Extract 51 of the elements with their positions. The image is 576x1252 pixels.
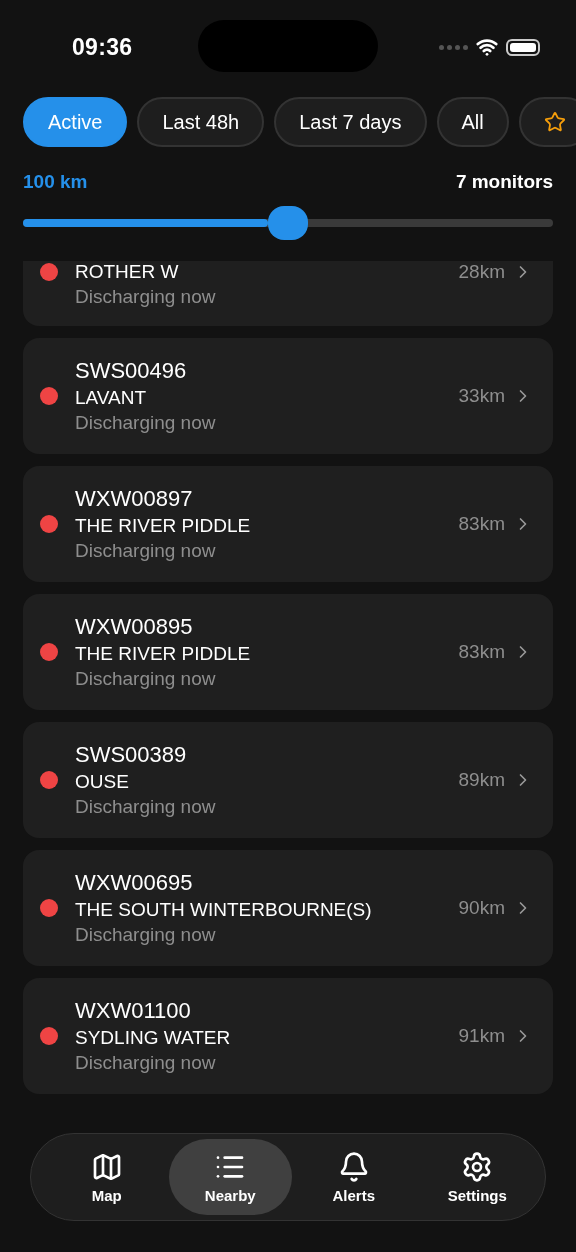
distance: 33km bbox=[458, 385, 505, 407]
river-name: THE SOUTH WINTERBOURNE(S) bbox=[75, 899, 373, 921]
filter-chip[interactable]: Last 7 days bbox=[274, 97, 427, 147]
monitor-card[interactable]: SWS00389 OUSE Discharging now 89km bbox=[23, 722, 553, 838]
monitor-code: SWS00496 bbox=[75, 358, 188, 384]
monitor-count: 7 monitors bbox=[455, 171, 553, 193]
monitor-status: Discharging now bbox=[75, 668, 217, 690]
distance: 89km bbox=[458, 769, 505, 791]
filter-chip[interactable]: Last 48h bbox=[137, 97, 265, 147]
favorites-chip[interactable] bbox=[518, 97, 576, 147]
monitor-card[interactable]: WXW00897 THE RIVER PIDDLE Discharging now 83km bbox=[23, 466, 553, 582]
monitor-status: Discharging now bbox=[75, 924, 217, 946]
wifi-icon bbox=[476, 36, 498, 58]
tab-button[interactable]: Nearby bbox=[168, 1139, 292, 1215]
monitor-code: WXW01100 bbox=[75, 998, 192, 1024]
slider-thumb[interactable] bbox=[268, 206, 308, 240]
radius-slider[interactable] bbox=[23, 206, 553, 240]
monitor-card[interactable]: ROTHER W Discharging now 28km bbox=[23, 261, 553, 326]
monitor-status: Discharging now bbox=[75, 540, 217, 562]
status-time: 09:36 bbox=[72, 33, 133, 61]
tab-button[interactable]: Map bbox=[45, 1139, 169, 1215]
distance: 28km bbox=[458, 261, 505, 283]
monitor-card[interactable]: WXW01100 SYDLING WATER Discharging now 91km bbox=[23, 978, 553, 1094]
monitor-status: Discharging now bbox=[75, 412, 217, 434]
monitor-code: SWS00389 bbox=[75, 742, 188, 768]
monitor-status: Discharging now bbox=[75, 1052, 217, 1074]
river-name: ROTHER W bbox=[75, 261, 180, 283]
monitor-status: Discharging now bbox=[75, 286, 217, 308]
monitor-code: WXW00895 bbox=[75, 614, 194, 640]
monitor-card[interactable]: WXW00895 THE RIVER PIDDLE Discharging now 83km bbox=[23, 594, 553, 710]
river-name: OUSE bbox=[75, 771, 130, 793]
radius-value: 100 km bbox=[23, 171, 88, 193]
river-name: THE RIVER PIDDLE bbox=[75, 515, 252, 537]
star-icon bbox=[543, 111, 566, 133]
filter-chip[interactable]: All bbox=[436, 97, 509, 147]
river-name: SYDLING WATER bbox=[75, 1027, 232, 1049]
distance: 83km bbox=[458, 513, 505, 535]
river-name: LAVANT bbox=[75, 387, 148, 409]
tab-button[interactable]: Settings bbox=[415, 1139, 539, 1215]
monitor-card[interactable]: SWS00496 LAVANT Discharging now 33km bbox=[23, 338, 553, 454]
monitor-status: Discharging now bbox=[75, 796, 217, 818]
river-name: THE RIVER PIDDLE bbox=[75, 643, 252, 665]
monitor-code: WXW00897 bbox=[75, 486, 194, 512]
battery-icon bbox=[506, 38, 540, 56]
tab-button[interactable]: Alerts bbox=[292, 1139, 416, 1215]
signal-icon bbox=[439, 44, 468, 50]
distance: 91km bbox=[458, 1025, 505, 1047]
monitor-card[interactable]: WXW00695 THE SOUTH WINTERBOURNE(S) Discharging now 90km bbox=[23, 850, 553, 966]
distance: 90km bbox=[458, 897, 505, 919]
monitor-code: WXW00695 bbox=[75, 870, 194, 896]
distance: 83km bbox=[458, 641, 505, 663]
